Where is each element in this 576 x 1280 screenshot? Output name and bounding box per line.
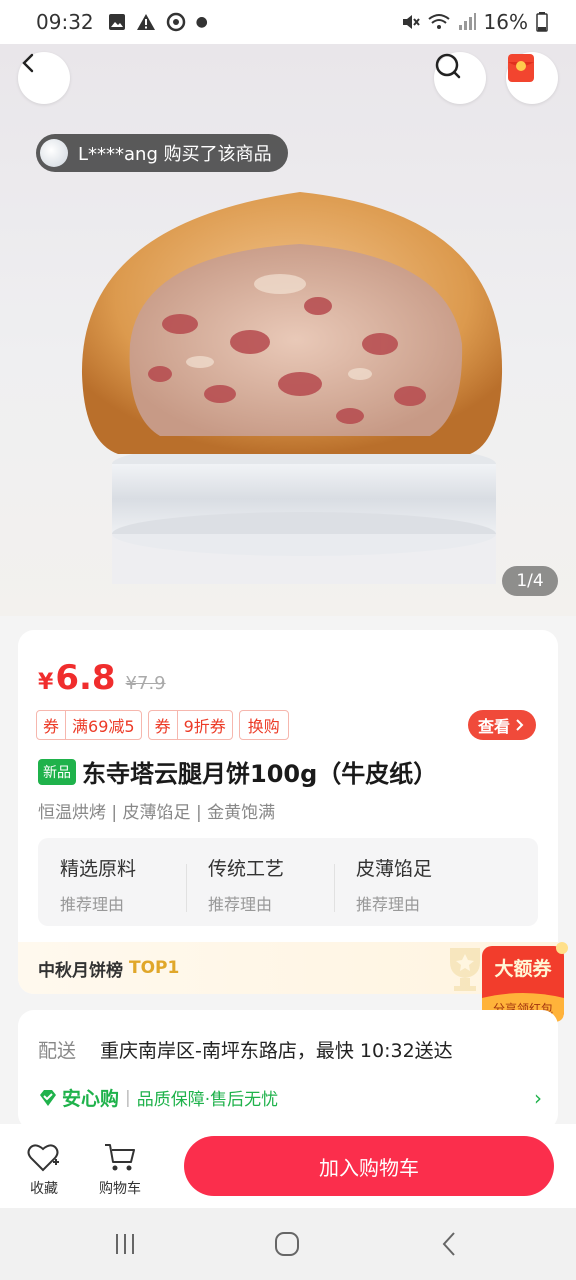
delivery-row: 配送 重庆南岸区-南坪东路店，最快 10:32送达	[38, 1036, 453, 1063]
mute-icon	[402, 15, 420, 29]
buyer-avatar	[40, 139, 68, 167]
coupon-tag[interactable]: 券 满69减5	[36, 710, 142, 740]
promo-tags: 券 满69减5 券 9折券 换购	[36, 710, 289, 740]
product-image-carousel[interactable]: L****ang 购买了该商品	[0, 44, 576, 616]
view-coupons-button[interactable]: 查看	[468, 710, 536, 740]
favorite-button[interactable]: 收藏	[14, 1142, 74, 1198]
original-price: ¥7.9	[125, 673, 166, 694]
search-icon	[435, 53, 461, 79]
reason-title: 精选原料	[60, 858, 137, 880]
recent-apps-icon[interactable]	[112, 1231, 138, 1257]
coupon-tag[interactable]: 券 9折券	[147, 710, 233, 740]
gallery-icon	[108, 14, 125, 30]
title-row: 新品 东寺塔云腿月饼100g（牛皮纸）	[38, 754, 437, 789]
add-to-cart-button[interactable]: 加入购物车	[184, 1136, 554, 1196]
ranking-rank: TOP1	[129, 958, 180, 978]
coupon-text: 满69减5	[72, 717, 135, 736]
shopping-cart-icon	[105, 1144, 135, 1171]
status-bar: 09:32 ● 16%	[0, 0, 576, 44]
reason-item: 精选原料 推荐理由	[38, 838, 186, 926]
reason-sub: 推荐理由	[60, 895, 125, 914]
back-nav-icon[interactable]	[438, 1230, 462, 1258]
search-button[interactable]	[434, 52, 486, 104]
cart-label: 购物车	[99, 1181, 141, 1197]
ranking-label: 中秋月饼榜	[38, 960, 123, 981]
delivery-label: 配送	[38, 1040, 77, 1062]
battery-icon	[536, 12, 548, 32]
new-badge: 新品	[38, 758, 76, 785]
sync-icon	[166, 12, 185, 32]
red-packet-icon	[508, 54, 534, 82]
system-nav-bar	[0, 1208, 576, 1280]
product-info-card: ¥ 6.8 ¥7.9 券 满69减5 券 9折券 换购 查看 新品 东寺塔云腿月…	[18, 630, 558, 994]
view-label: 查看	[477, 717, 510, 736]
bottom-action-bar: 收藏 购物车 加入购物车	[0, 1124, 576, 1208]
product-title: 东寺塔云腿月饼100g（牛皮纸）	[82, 760, 438, 788]
signal-icon	[458, 13, 476, 30]
assurance-row[interactable]: 安心购 | 品质保障·售后无忧 ›	[38, 1084, 542, 1111]
warning-icon	[136, 14, 155, 30]
coupon-prefix: 券	[37, 711, 67, 739]
cart-button[interactable]: 购物车	[90, 1142, 150, 1198]
current-price: 6.8	[55, 658, 116, 698]
assurance-desc: 品质保障·售后无忧	[136, 1090, 279, 1110]
product-features: 恒温烘烤 | 皮薄馅足 | 金黄饱满	[38, 803, 276, 823]
reason-sub: 推荐理由	[208, 895, 273, 914]
diamond-check-icon	[40, 1089, 56, 1106]
chevron-left-icon	[22, 53, 34, 73]
battery-level: 16%	[483, 10, 528, 34]
heart-add-icon	[27, 1144, 59, 1172]
reason-item: 传统工艺 推荐理由	[186, 838, 334, 926]
reason-title: 皮薄馅足	[356, 858, 433, 880]
price-symbol: ¥	[38, 670, 54, 695]
chevron-right-icon	[516, 719, 524, 731]
coupon-float-title: 大额券	[494, 958, 552, 980]
recommend-reasons: 精选原料 推荐理由 传统工艺 推荐理由 皮薄馅足 推荐理由	[38, 838, 538, 926]
delivery-value: 重庆南岸区-南坪东路店，最快 10:32送达	[100, 1040, 453, 1062]
wifi-icon	[427, 14, 450, 29]
delivery-card[interactable]: 配送 重庆南岸区-南坪东路店，最快 10:32送达 安心购 | 品质保障·售后无…	[18, 1010, 558, 1130]
reason-item: 皮薄馅足 推荐理由	[334, 838, 482, 926]
ranking-banner[interactable]: 中秋月饼榜 TOP1	[18, 942, 558, 994]
recent-buyer-badge: L****ang 购买了该商品	[36, 134, 288, 172]
mooncake-photo	[81, 192, 503, 584]
home-icon[interactable]	[273, 1230, 301, 1258]
back-button[interactable]	[18, 52, 70, 104]
status-time: 09:32	[36, 10, 94, 34]
reason-title: 传统工艺	[208, 858, 285, 880]
red-packet-button[interactable]	[506, 52, 558, 104]
favorite-label: 收藏	[30, 1181, 58, 1197]
reason-sub: 推荐理由	[356, 895, 421, 914]
image-counter: 1/4	[502, 566, 558, 596]
coupon-prefix: 券	[149, 711, 178, 739]
coupon-text: 9折券	[183, 717, 226, 736]
exchange-tag[interactable]: 换购	[238, 710, 289, 740]
divider: |	[125, 1087, 131, 1108]
buyer-notice-text: L****ang 购买了该商品	[78, 144, 272, 165]
chevron-right-icon: ›	[534, 1085, 542, 1110]
assurance-brand: 安心购	[62, 1088, 120, 1110]
exchange-text: 换购	[247, 717, 280, 736]
dot-icon: ●	[195, 14, 208, 30]
price-row: ¥ 6.8 ¥7.9	[38, 658, 166, 698]
